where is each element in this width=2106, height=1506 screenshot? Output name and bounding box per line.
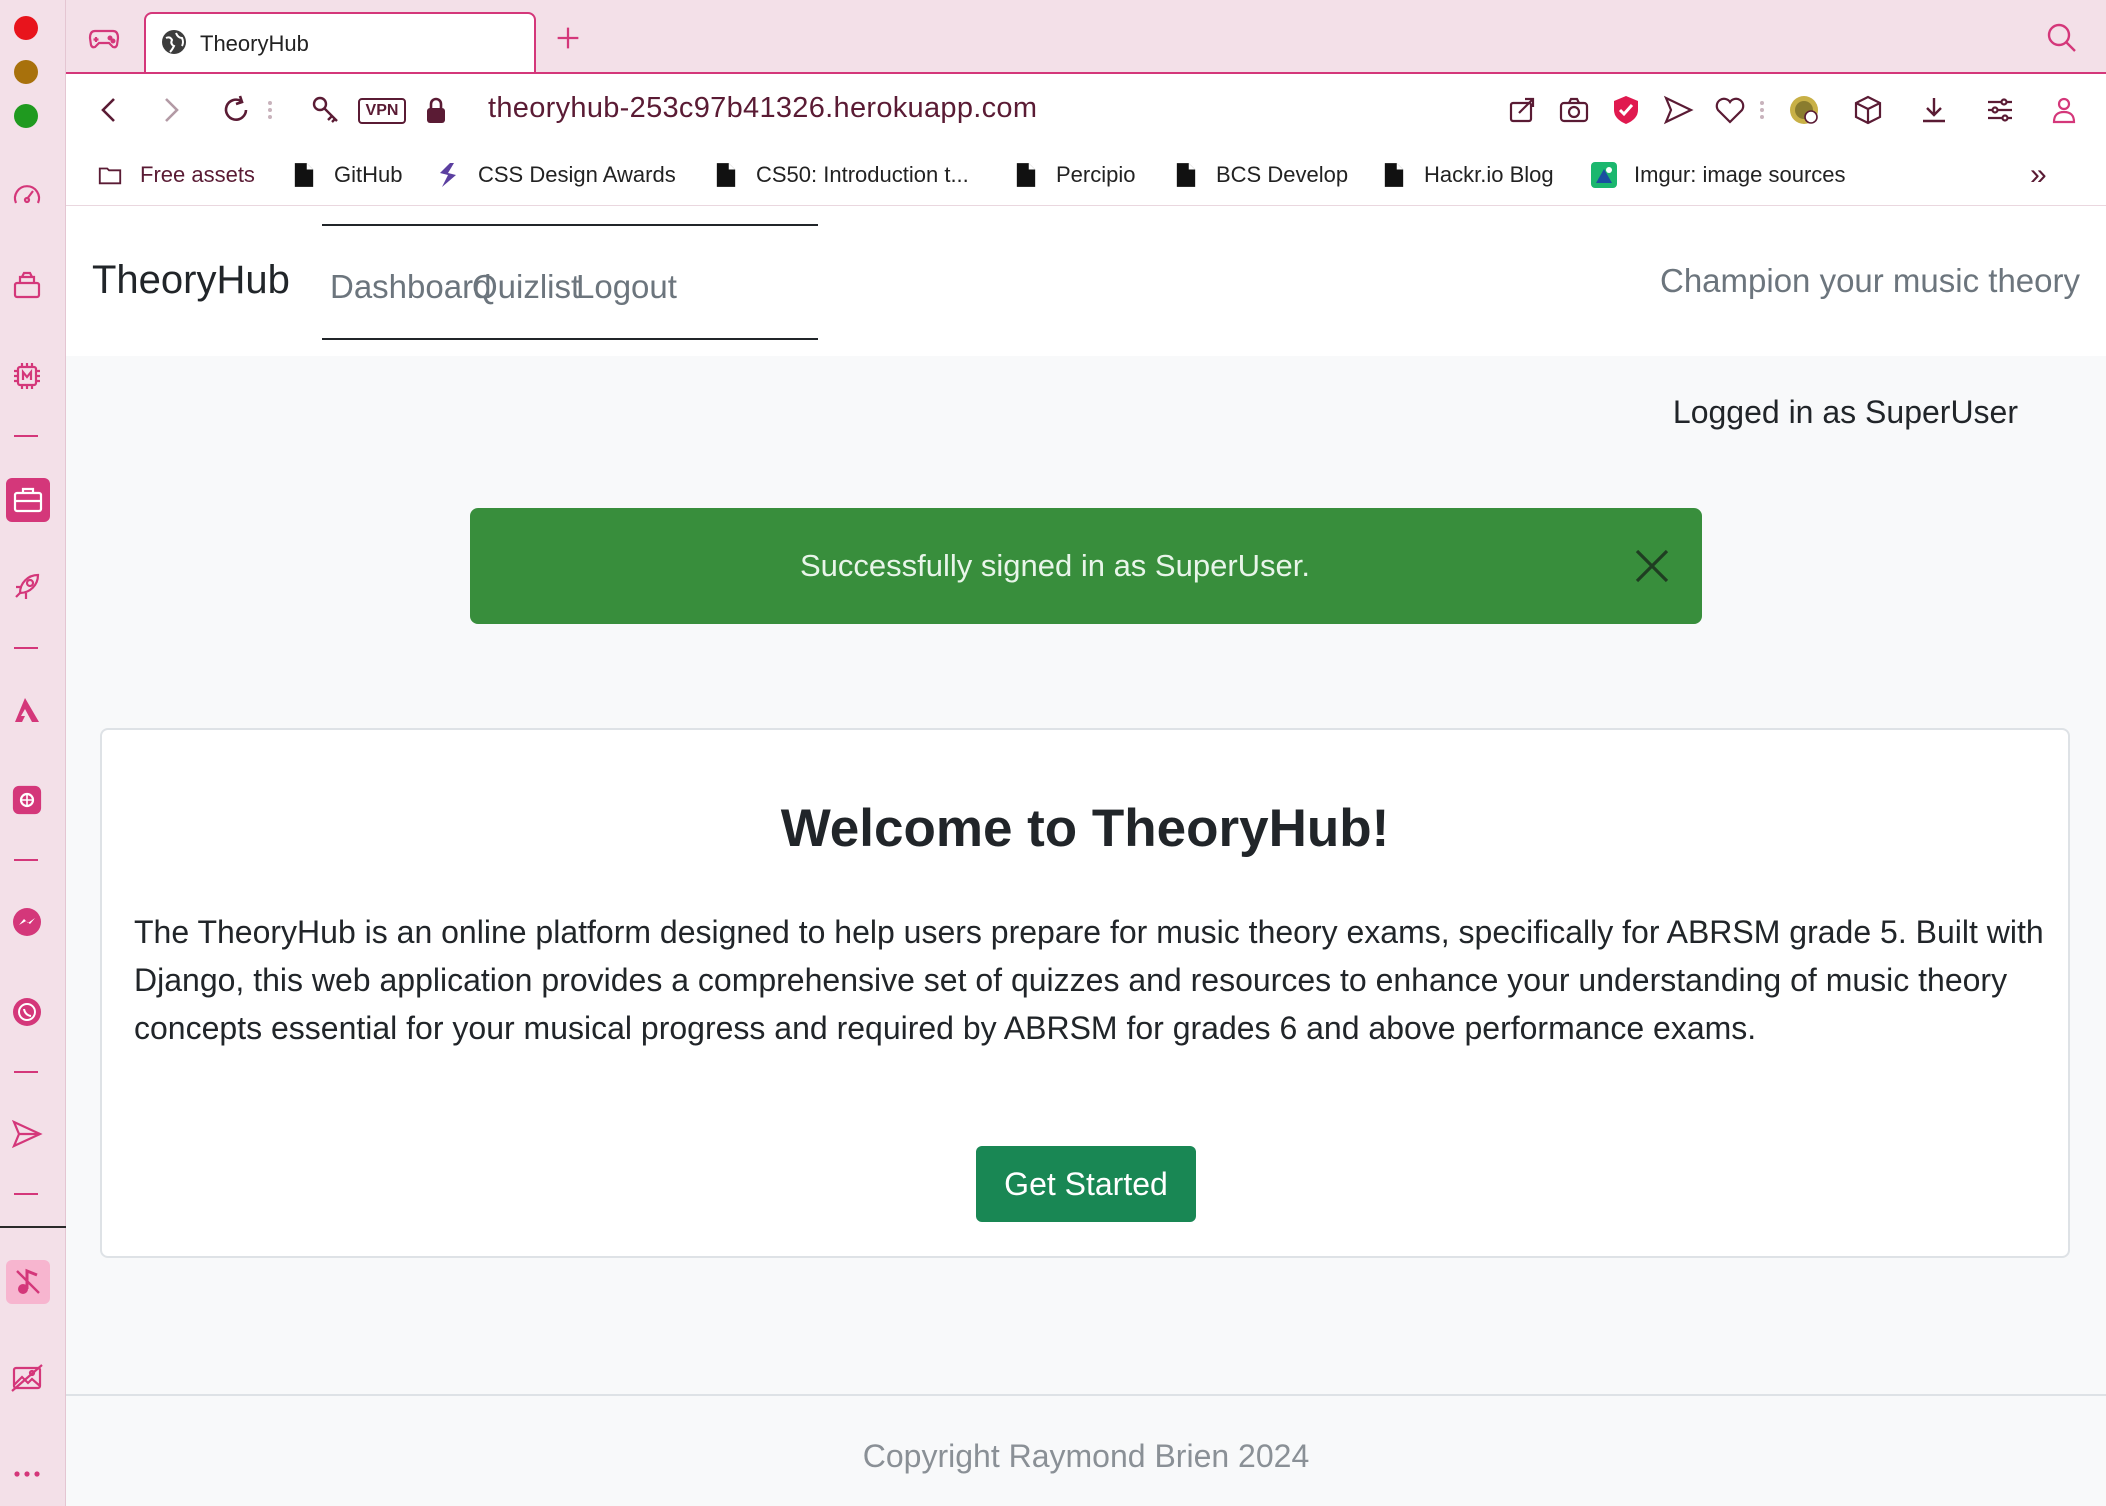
menu-dots-icon (260, 90, 280, 130)
sidebar-section-line (0, 1226, 66, 1228)
sidebar-divider (14, 647, 38, 649)
music-player-icon[interactable] (6, 1260, 50, 1304)
tab-theoryhub[interactable]: TheoryHub (144, 12, 536, 74)
share-icon[interactable] (1502, 90, 1542, 130)
sidebar-divider (14, 859, 38, 861)
gallery-icon[interactable] (9, 1360, 45, 1396)
bookmark-bcs-develop[interactable]: BCS Develop (1172, 158, 1348, 192)
bookmark-free-assets[interactable]: Free assets (96, 158, 255, 192)
bookmark-label: GitHub (334, 162, 403, 187)
document-icon (1380, 160, 1408, 190)
rocket-icon[interactable] (9, 568, 45, 604)
url-text[interactable]: theoryhub-253c97b41326.herokuapp.com (488, 92, 1037, 125)
close-icon (1635, 549, 1669, 583)
extension-avatar-icon[interactable] (1784, 90, 1824, 130)
send-arrow-icon[interactable] (1658, 90, 1698, 130)
more-options-icon[interactable] (9, 1456, 45, 1492)
minimize-window-button[interactable] (14, 60, 38, 84)
web-page: TheoryHub Dashboard Quizlist Logout Cham… (66, 206, 2106, 1506)
bookmark-label: Free assets (140, 162, 255, 187)
bookmark-cs50[interactable]: CS50: Introduction t... (712, 158, 969, 192)
bookmark-percipio[interactable]: Percipio (1012, 158, 1135, 192)
site-brand[interactable]: TheoryHub (92, 258, 290, 303)
browser-sidebar (0, 0, 66, 1506)
tab-title: TheoryHub (200, 31, 309, 56)
logged-in-status: Logged in as SuperUser (1672, 394, 2018, 430)
css-design-awards-icon (434, 160, 462, 190)
bookmark-label: Imgur: image sources (1634, 162, 1846, 187)
lock-icon[interactable] (416, 90, 456, 130)
camera-icon[interactable] (1554, 90, 1594, 130)
get-started-button[interactable]: Get Started (976, 1146, 1196, 1222)
document-icon (1172, 160, 1200, 190)
profile-icon[interactable] (2044, 90, 2084, 130)
sidebar-divider (14, 1071, 38, 1073)
welcome-card: Welcome to TheoryHub! The TheoryHub is a… (100, 728, 2070, 1258)
imgur-icon (1590, 160, 1618, 190)
speed-dial-icon[interactable] (9, 178, 45, 214)
whatsapp-icon[interactable] (9, 994, 45, 1030)
back-button[interactable] (90, 90, 130, 130)
site-footer: Copyright Raymond Brien 2024 (66, 1394, 2106, 1506)
aria-ai-icon[interactable] (9, 692, 45, 728)
tab-search-icon[interactable] (2042, 18, 2082, 58)
welcome-description: The TheoryHub is an online platform desi… (134, 914, 2044, 1046)
new-tab-plus-icon[interactable] (548, 18, 588, 58)
memory-chip-icon[interactable] (9, 358, 45, 394)
easy-setup-icon[interactable] (9, 268, 45, 304)
globe-icon (160, 28, 188, 61)
welcome-title: Welcome to TheoryHub! (780, 799, 1390, 858)
success-alert: Successfully signed in as SuperUser. (470, 508, 1702, 624)
document-icon (290, 160, 318, 190)
reload-button[interactable] (216, 90, 256, 130)
sidebar-divider (14, 435, 38, 437)
copyright-text: Copyright Raymond Brien 2024 (862, 1438, 1310, 1474)
document-icon (712, 160, 740, 190)
bookmark-github[interactable]: GitHub (290, 158, 402, 192)
bookmark-label: Percipio (1056, 162, 1136, 187)
sidebar-divider (14, 1193, 38, 1195)
bookmark-label: BCS Develop (1216, 162, 1349, 187)
forward-button[interactable] (150, 90, 190, 130)
address-bar: VPN theoryhub-253c97b41326.herokuapp.com (66, 72, 2106, 144)
nav-links: Dashboard Quizlist Logout (322, 224, 818, 340)
bookmarks-bar: Free assets GitHub CSS Design Awards CS5… (66, 144, 2106, 206)
bookmarks-overflow-button[interactable]: » (2030, 158, 2047, 192)
close-window-button[interactable] (14, 16, 38, 40)
zoom-window-button[interactable] (14, 104, 38, 128)
site-tagline: Champion your music theory (1659, 262, 2080, 299)
key-icon[interactable] (306, 90, 346, 130)
bookmark-label: CS50: Introduction t... (756, 162, 969, 187)
bookmark-hackr-io[interactable]: Hackr.io Blog (1380, 158, 1554, 192)
tab-bar: TheoryHub (66, 0, 2106, 74)
chevron-double-right-icon: » (2030, 158, 2047, 191)
toolbar-dots-icon (1752, 90, 1772, 130)
nav-link-quizlist[interactable]: Quizlist (472, 268, 580, 306)
nav-link-logout[interactable]: Logout (576, 268, 677, 306)
close-alert-button[interactable] (1632, 546, 1672, 586)
messenger-icon[interactable] (9, 904, 45, 940)
bookmark-css-design-awards[interactable]: CSS Design Awards (434, 158, 676, 192)
cube-icon[interactable] (1848, 90, 1888, 130)
alert-message: Successfully signed in as SuperUser. (799, 548, 1311, 583)
vpn-badge[interactable]: VPN (358, 98, 406, 124)
nav-link-dashboard[interactable]: Dashboard (330, 268, 491, 306)
folder-icon (96, 160, 124, 190)
bookmark-imgur[interactable]: Imgur: image sources (1590, 158, 1846, 192)
send-icon[interactable] (9, 1116, 45, 1152)
workspace-briefcase-icon[interactable] (6, 478, 50, 522)
gx-corner-gamepad-icon[interactable] (84, 18, 124, 58)
document-icon (1012, 160, 1040, 190)
bookmark-label: CSS Design Awards (478, 162, 676, 187)
bookmark-label: Hackr.io Blog (1424, 162, 1554, 187)
download-icon[interactable] (1914, 90, 1954, 130)
shield-extension-icon[interactable] (1606, 90, 1646, 130)
chatgpt-icon[interactable] (9, 782, 45, 818)
site-navbar: TheoryHub Dashboard Quizlist Logout Cham… (66, 206, 2106, 356)
easy-setup-sliders-icon[interactable] (1980, 90, 2020, 130)
heart-icon[interactable] (1710, 90, 1750, 130)
